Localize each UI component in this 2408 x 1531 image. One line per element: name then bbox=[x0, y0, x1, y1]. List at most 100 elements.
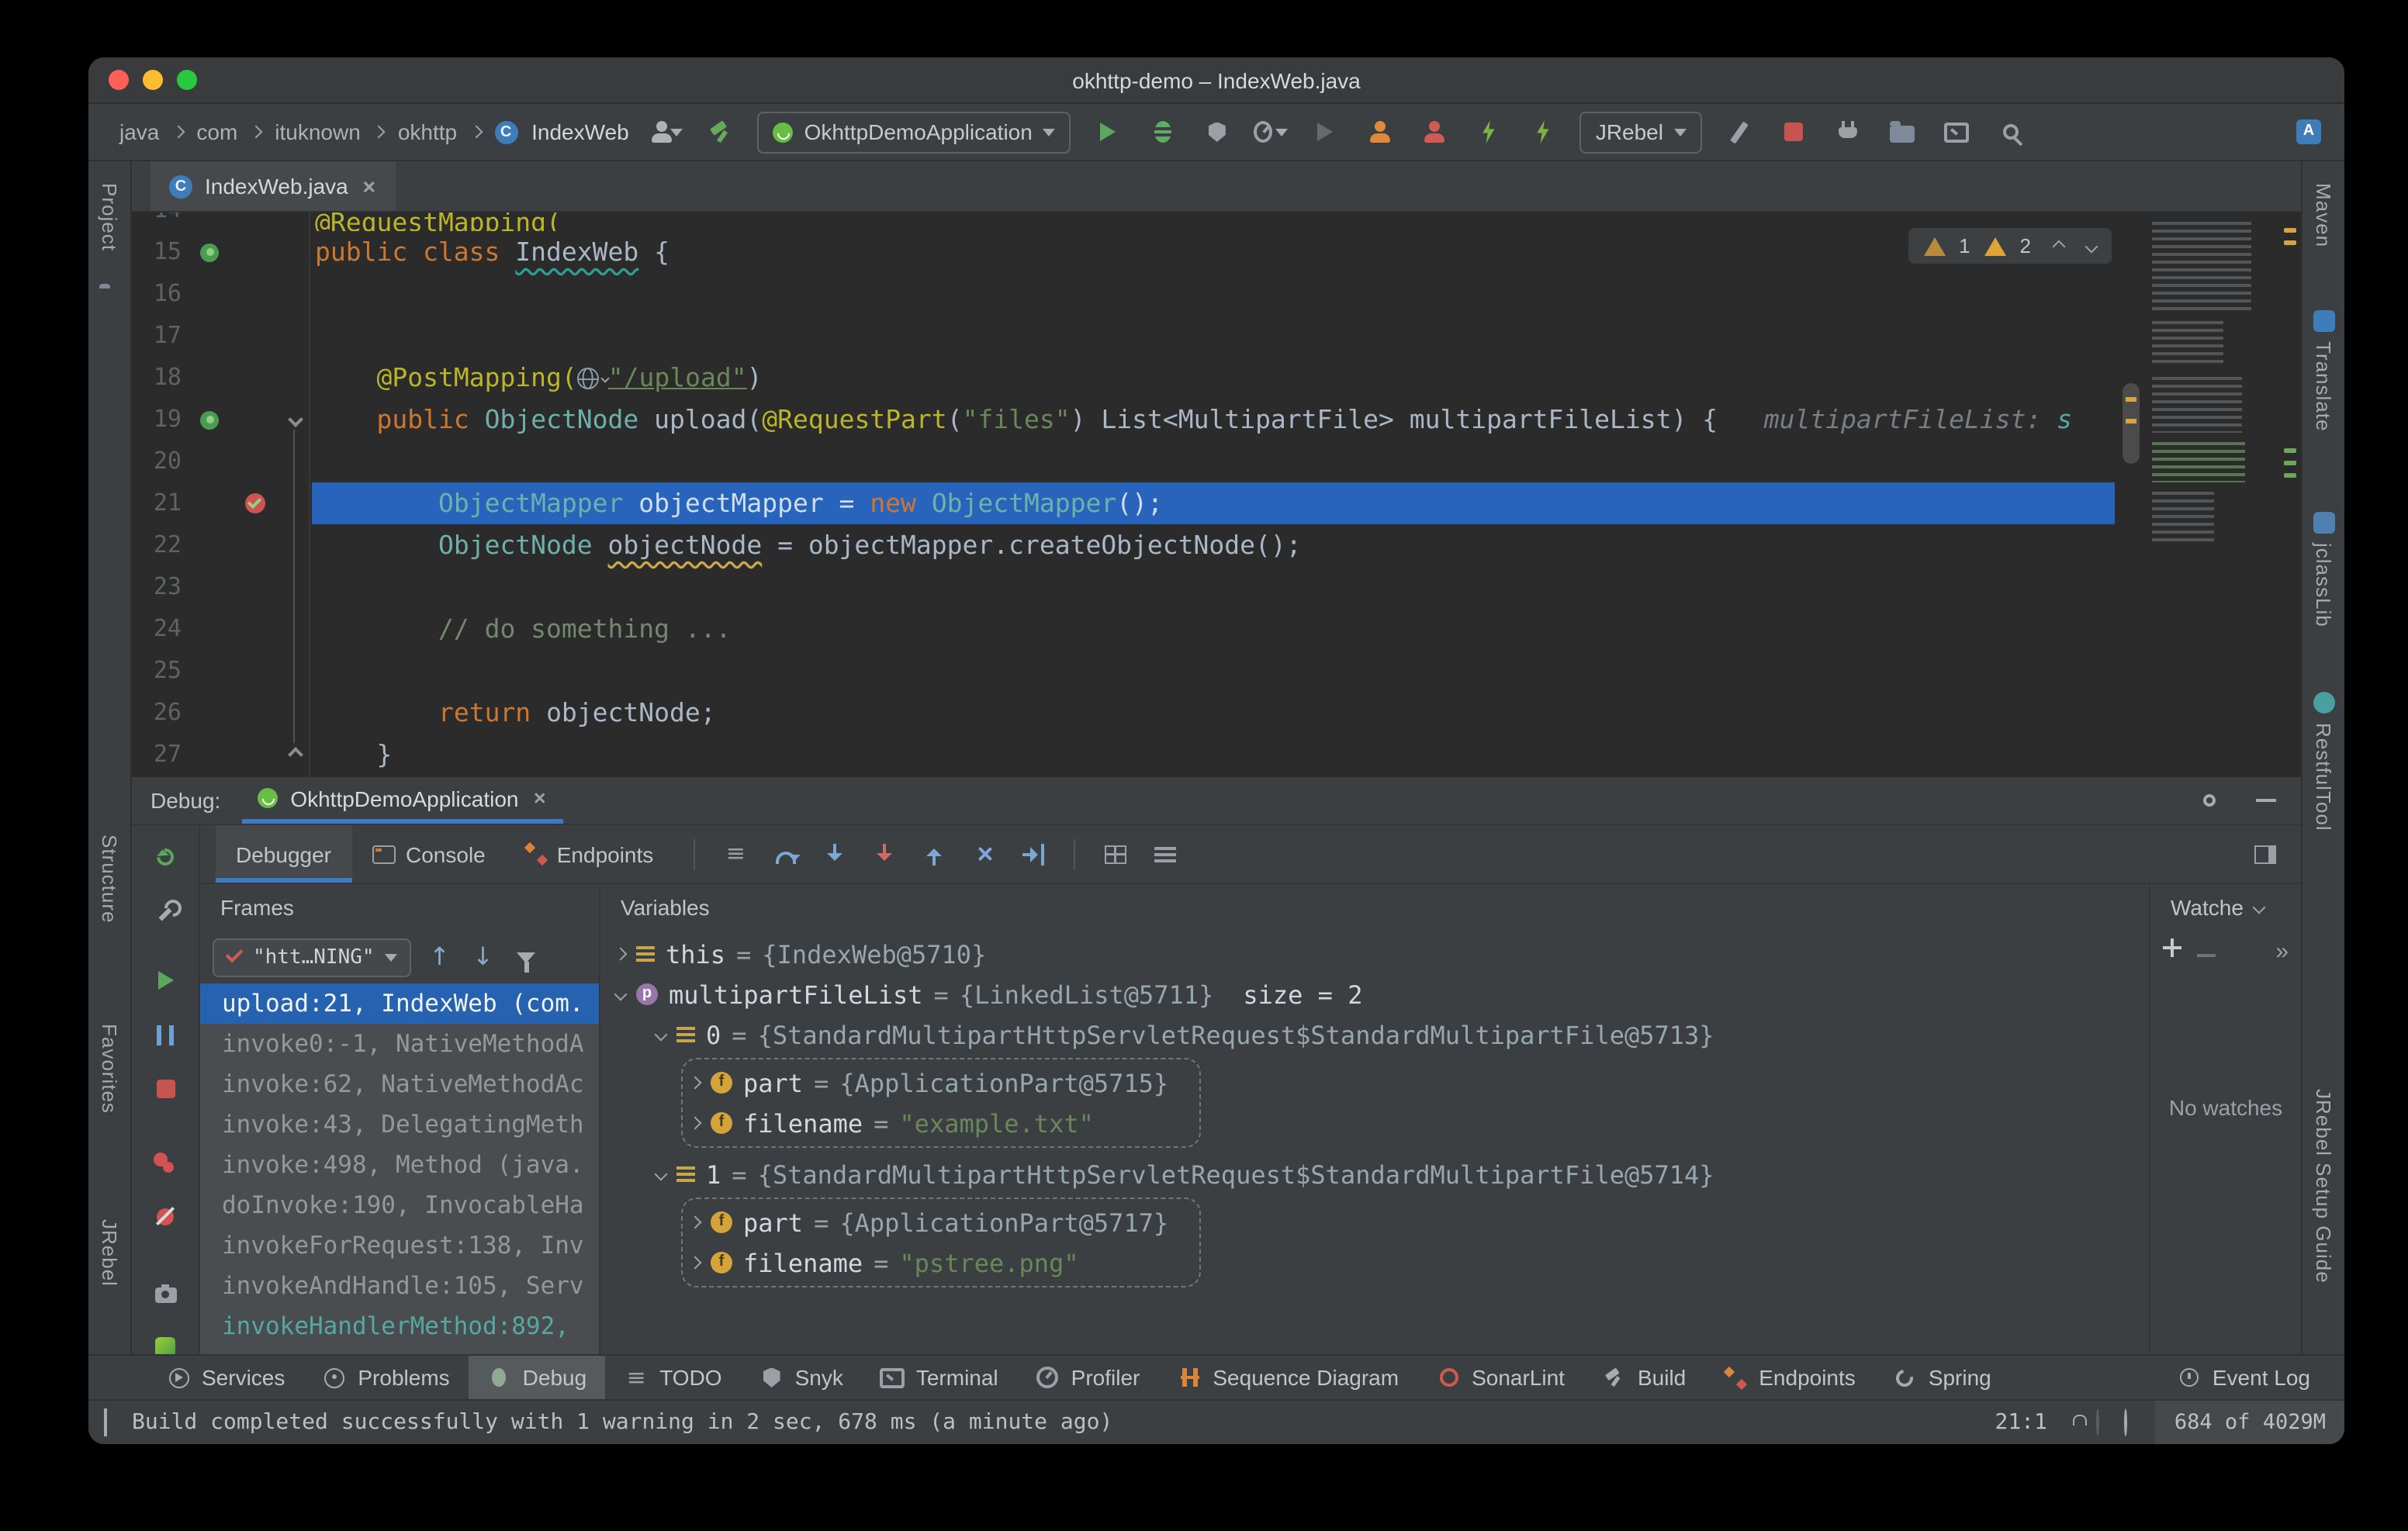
pencil-tool-button[interactable] bbox=[1722, 115, 1756, 149]
variable-row-multipartfilelist[interactable]: multipartFileList = {LinkedList@5711} si… bbox=[600, 974, 2149, 1014]
titlebar[interactable]: okhttp-demo – IndexWeb.java bbox=[88, 57, 2344, 104]
close-icon[interactable] bbox=[362, 179, 376, 193]
frame-row[interactable]: upload:21, IndexWeb (com. bbox=[200, 983, 599, 1024]
translate-icon[interactable] bbox=[2313, 310, 2335, 340]
tool-button-jclasslib[interactable]: jclassLib bbox=[2302, 543, 2344, 627]
terminal-button[interactable] bbox=[1939, 115, 1974, 149]
reset-frame-button[interactable] bbox=[964, 834, 1004, 874]
next-issue-icon[interactable] bbox=[2085, 240, 2098, 253]
frame-row[interactable]: invoke0:-1, NativeMethodA bbox=[200, 1024, 599, 1064]
view-breakpoints-button[interactable] bbox=[145, 1143, 185, 1180]
force-step-into-button[interactable] bbox=[864, 834, 905, 874]
thread-selector[interactable]: "htt…NING" bbox=[213, 938, 412, 976]
code-line[interactable]: 24 // do something ... bbox=[132, 608, 2115, 650]
jclasslib-icon[interactable] bbox=[2313, 512, 2335, 541]
translate-button[interactable] bbox=[2292, 115, 2326, 149]
tool-button-favorites[interactable]: Favorites bbox=[88, 1024, 130, 1114]
debug-button[interactable] bbox=[1146, 115, 1180, 149]
pause-button[interactable] bbox=[145, 1016, 185, 1053]
toolwindow-spring[interactable]: Spring bbox=[1874, 1356, 2010, 1399]
code-line[interactable]: 16 bbox=[132, 273, 2115, 315]
toggle-toolwindows-button[interactable] bbox=[104, 1410, 107, 1435]
close-icon[interactable] bbox=[533, 792, 546, 805]
add-watch-button[interactable] bbox=[2163, 937, 2181, 965]
inspections-widget[interactable]: 1 2 bbox=[1908, 228, 2112, 264]
code-line[interactable]: 26 return objectNode; bbox=[132, 692, 2115, 734]
thread-dump-button[interactable] bbox=[145, 1274, 185, 1311]
chevron-down-icon[interactable] bbox=[2252, 901, 2265, 914]
code-editor[interactable]: 14@RequestMapping(15public class IndexWe… bbox=[132, 213, 2301, 777]
code-line[interactable]: 22 ObjectNode objectNode = objectMapper.… bbox=[132, 524, 2115, 566]
toolwindow-problems[interactable]: Problems bbox=[303, 1356, 468, 1399]
toolwindow-services[interactable]: Services bbox=[147, 1356, 303, 1399]
frame-row[interactable]: invoke:43, DelegatingMeth bbox=[200, 1104, 599, 1145]
toolwindow-build[interactable]: Build bbox=[1583, 1356, 1704, 1399]
step-into-button[interactable] bbox=[815, 834, 855, 874]
attach-button[interactable] bbox=[1831, 115, 1865, 149]
toolwindow-profiler[interactable]: Profiler bbox=[1017, 1356, 1159, 1399]
background-tasks-button[interactable] bbox=[2125, 1410, 2128, 1435]
breadcrumb-item[interactable]: IndexWeb bbox=[531, 119, 629, 144]
more-icon[interactable]: » bbox=[2275, 938, 2289, 964]
frame-row[interactable]: invokeForRequest:138, Inv bbox=[200, 1225, 599, 1266]
tab-console[interactable]: Console bbox=[351, 825, 506, 883]
breadcrumb-item[interactable]: java bbox=[119, 119, 159, 144]
build-project-button[interactable] bbox=[704, 115, 738, 149]
tab-debugger[interactable]: Debugger bbox=[216, 825, 351, 883]
breakpoint-icon[interactable] bbox=[244, 493, 265, 513]
code-line[interactable]: 27 } bbox=[132, 734, 2115, 776]
stop-button[interactable] bbox=[145, 1070, 185, 1108]
frame-row[interactable]: doInvoke:190, InvocableHa bbox=[200, 1185, 599, 1225]
editor-scrollbar-thumb[interactable] bbox=[2123, 383, 2140, 464]
tool-button-structure[interactable]: Structure bbox=[88, 835, 130, 924]
tab-endpoints[interactable]: Endpoints bbox=[506, 825, 674, 883]
debug-session-tab[interactable]: OkhttpDemoApplication bbox=[242, 777, 563, 824]
toolwindow-endpoints[interactable]: Endpoints bbox=[1704, 1356, 1874, 1399]
variable-row-filename[interactable]: filename = "pstree.png" bbox=[690, 1242, 1168, 1283]
code-line[interactable]: 17 bbox=[132, 315, 2115, 357]
view-options-button[interactable] bbox=[1145, 834, 1185, 874]
toolwindow-terminal[interactable]: Terminal bbox=[862, 1356, 1017, 1399]
toolwindow-sequence-diagram[interactable]: Sequence Diagram bbox=[1158, 1356, 1417, 1399]
variable-row-filename[interactable]: filename = "example.txt" bbox=[690, 1103, 1168, 1143]
run-disabled-button[interactable] bbox=[1309, 115, 1343, 149]
minimize-window-icon[interactable] bbox=[143, 70, 163, 90]
step-out-button[interactable] bbox=[914, 834, 954, 874]
tool-button-project[interactable]: Project bbox=[88, 183, 130, 251]
code-line[interactable]: 19 public ObjectNode upload(@RequestPart… bbox=[132, 399, 2115, 441]
variable-row-item0[interactable]: 0 = {StandardMultipartHttpServletRequest… bbox=[600, 1014, 2149, 1055]
stop-button[interactable] bbox=[1777, 115, 1811, 149]
tool-button-jrebel-guide[interactable]: JRebel Setup Guide bbox=[2302, 1089, 2344, 1284]
tool-button-restfultool[interactable]: RestfulTool bbox=[2302, 723, 2344, 831]
status-message[interactable]: Build completed successfully with 1 warn… bbox=[132, 1410, 1112, 1435]
modify-run-config-button[interactable] bbox=[145, 892, 185, 929]
code-line[interactable]: 18 @PostMapping("/upload") bbox=[132, 357, 2115, 399]
toolwindow-todo[interactable]: ≡TODO bbox=[605, 1356, 740, 1399]
toolwindow-debug[interactable]: Debug bbox=[469, 1356, 606, 1399]
spring-bean-icon[interactable] bbox=[200, 243, 219, 261]
breadcrumb-item[interactable]: okhttp bbox=[398, 119, 457, 144]
coverage-button[interactable] bbox=[1200, 115, 1234, 149]
search-everywhere-button[interactable] bbox=[1994, 115, 2028, 149]
run-to-cursor-button[interactable] bbox=[1013, 834, 1054, 874]
caret-position[interactable]: 21:1 bbox=[1995, 1410, 2046, 1435]
resume-button[interactable] bbox=[145, 962, 185, 999]
variable-row-item1[interactable]: 1 = {StandardMultipartHttpServletRequest… bbox=[600, 1154, 2149, 1194]
jrebel-run-button[interactable] bbox=[1472, 115, 1506, 149]
code-line[interactable]: 25 bbox=[132, 650, 2115, 692]
remove-watch-button[interactable] bbox=[2197, 937, 2216, 965]
spring-bean-icon[interactable] bbox=[200, 410, 219, 429]
collab-orange-button[interactable] bbox=[1363, 115, 1397, 149]
breadcrumb-item[interactable]: com bbox=[196, 119, 237, 144]
tool-button-translate[interactable]: Translate bbox=[2302, 341, 2344, 431]
mute-breakpoints-button[interactable] bbox=[145, 1197, 185, 1235]
toolwindow-sonarlint[interactable]: SonarLint bbox=[1417, 1356, 1583, 1399]
layout-settings-button[interactable] bbox=[2245, 834, 2285, 874]
collab-red-button[interactable] bbox=[1417, 115, 1451, 149]
code-line[interactable]: 21 ObjectMapper objectMapper = new Objec… bbox=[132, 482, 2115, 524]
tool-button-jrebel[interactable]: JRebel bbox=[88, 1219, 130, 1287]
frame-row[interactable]: invokeAndHandle:105, Serv bbox=[200, 1266, 599, 1306]
prev-issue-icon[interactable] bbox=[2053, 240, 2066, 253]
breadcrumb-item[interactable]: ituknown bbox=[275, 119, 361, 144]
variable-row-part[interactable]: part = {ApplicationPart@5715} bbox=[690, 1063, 1168, 1103]
